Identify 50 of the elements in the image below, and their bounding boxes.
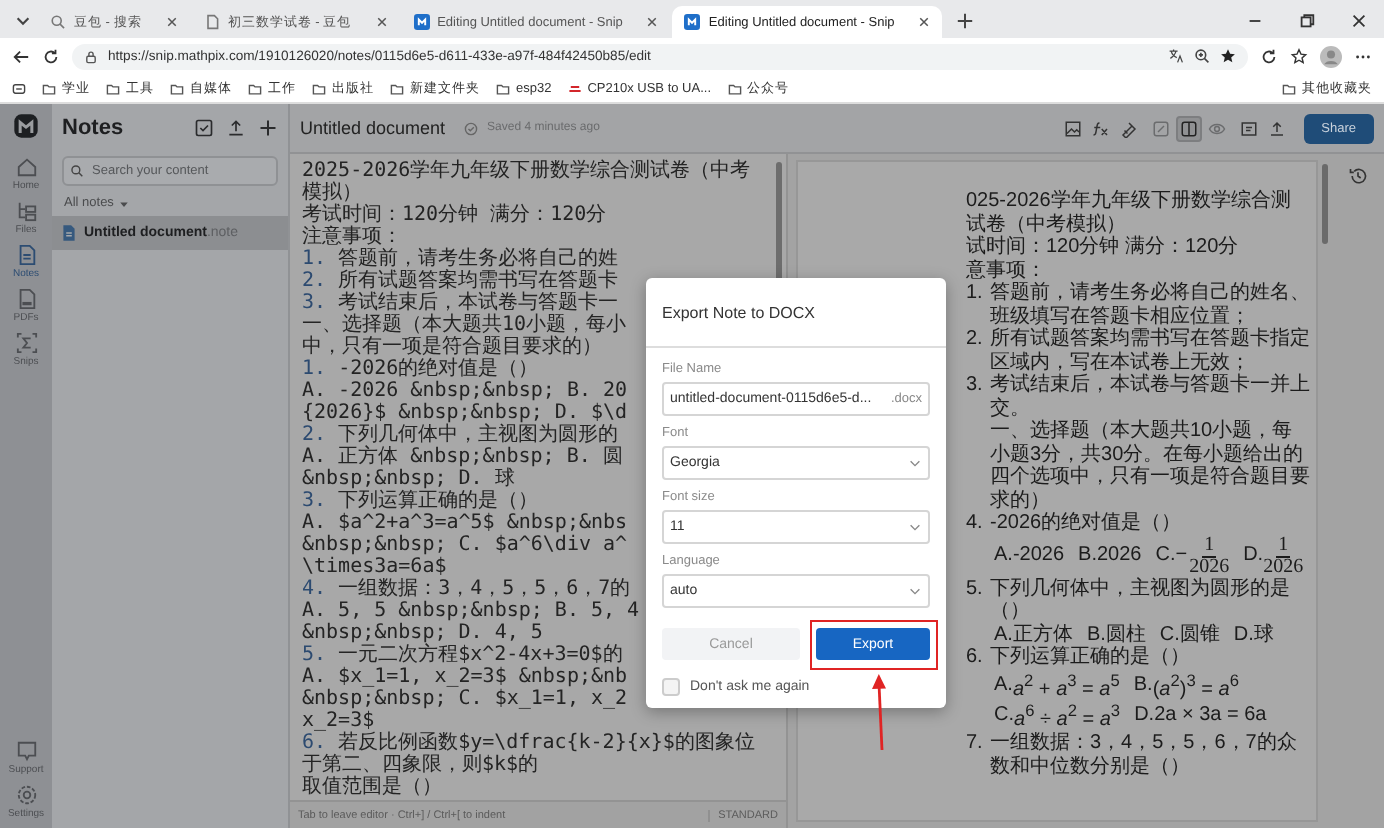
preview-text: 一、选择题（本大题共10小题，每小题3分，共30分。在每小题给出的四个选项中，只有一项是符合题目要求的） bbox=[990, 420, 1310, 511]
code-line: &nbsp;&nbsp; C. $x_1=1, x_2 bbox=[302, 688, 628, 710]
code-line: &nbsp;&nbsp; C. $a^6\div a^ bbox=[302, 534, 628, 556]
code-line: 5. 一元二次方程$x^2-4x+3=0$的 bbox=[302, 644, 623, 666]
code-line: 1. 答题前，请考生务必将自己的姓 bbox=[302, 248, 619, 270]
list-item: 3. 考试结束后，本试卷与答题卡一并上交。 bbox=[966, 374, 1310, 419]
code-line: 6. 若反比例函数$y=\dfrac{k-2}{x}$的图象位于第二、四象限，则$k$的 bbox=[302, 732, 757, 776]
code-line: 取值范围是（） bbox=[302, 776, 442, 798]
code-line: 3. 下列运算正确的是（） bbox=[302, 490, 539, 512]
answer-option: D.球 bbox=[1233, 623, 1274, 646]
preview-text: 试时间：120分钟 满分：120分 bbox=[966, 236, 1241, 259]
code-line: \times3a=6a$ bbox=[302, 556, 447, 578]
code-line: A. $x_1=1, x_2=3$ &nbsp;&nb bbox=[302, 666, 628, 688]
code-line: 1. -2026的绝对值是（） bbox=[302, 358, 539, 380]
answer-option: A.a$^{2}$ + a$^{3}$ = a$^{5}$ bbox=[994, 669, 1120, 701]
answer-option: B.(a$^{2}$)$^{3}$ = a$^{6}$ bbox=[1133, 669, 1239, 701]
code-line: 2. 所有试题答案均需书写在答题卡 bbox=[302, 270, 619, 292]
answer-option: A.-2026 bbox=[994, 544, 1065, 568]
code-line: A. -2026 &nbsp;&nbsp; B. 20 bbox=[302, 380, 628, 402]
preview-text: 025-2026学年九年级下册数学综合测试卷（中考模拟） bbox=[966, 190, 1293, 235]
list-item: 6. 下列运算正确的是（） bbox=[966, 646, 1190, 669]
code-line: 2025-2026学年九年级下册数学综合测试卷（中考模拟） bbox=[302, 160, 753, 204]
code-line: A. 5, 5 &nbsp;&nbsp; B. 5, 4 bbox=[302, 600, 640, 622]
code-line: 3. 考试结束后，本试卷与答题卡一 bbox=[302, 292, 619, 314]
code-line: A. $a^2+a^3=a^5$ &nbsp;&nbs bbox=[302, 512, 628, 534]
list-item: 7. 一组数据：3，4，5，5，6，7的众数和中位数分别是（） bbox=[966, 732, 1299, 779]
answer-option: B.圆柱 bbox=[1086, 623, 1146, 646]
code-line: 考试时间：120分钟 满分：120分 bbox=[302, 204, 607, 226]
list-item: 4. -2026的绝对值是（） bbox=[966, 512, 1182, 535]
code-line: 注意事项： bbox=[302, 226, 402, 248]
answer-option: D.2a × 3a = 6a bbox=[1134, 704, 1267, 728]
code-line: {2026}$ &nbsp;&nbsp; D. $\d bbox=[302, 402, 628, 424]
answer-option: C.圆锥 bbox=[1159, 623, 1220, 646]
dialog-title: Export Note to DOCX bbox=[646, 278, 946, 348]
answer-option: B.2026 bbox=[1078, 544, 1142, 568]
code-line: 一、选择题（本大题共10小题，每小 bbox=[302, 314, 627, 336]
list-item: 5. 下列几何体中，主视图为圆形的是（） bbox=[966, 577, 1292, 623]
panel-title: Notes bbox=[62, 116, 124, 140]
code-line: 2. 下列几何体中，主视图为圆形的 bbox=[302, 424, 619, 446]
preview-text: 意事项： bbox=[966, 259, 1048, 282]
list-item: 1. 答题前，请考生务必将自己的姓名、班级填写在答题卡相应位置； bbox=[966, 282, 1310, 327]
answer-option: C.a$^{6}$ ÷ a$^{2}$ = a$^{3}$ bbox=[994, 700, 1121, 733]
code-line: A. 正方体 &nbsp;&nbsp; B. 圆 bbox=[302, 446, 623, 468]
answer-option: A.正方体 bbox=[994, 623, 1073, 646]
list-item: 2. 所有试题答案均需书写在答题卡指定区域内，写在本试卷上无效； bbox=[966, 328, 1310, 373]
code-line: 4. 一组数据：3，4，5，5，6，7的 bbox=[302, 578, 631, 600]
code-line: &nbsp;&nbsp; D. 球 bbox=[302, 468, 515, 490]
code-line: &nbsp;&nbsp; D. 4, 5 bbox=[302, 622, 543, 644]
code-line: 中，只有一项是符合题目要求的） bbox=[302, 336, 602, 358]
code-line: x_2=3$ bbox=[302, 710, 375, 732]
